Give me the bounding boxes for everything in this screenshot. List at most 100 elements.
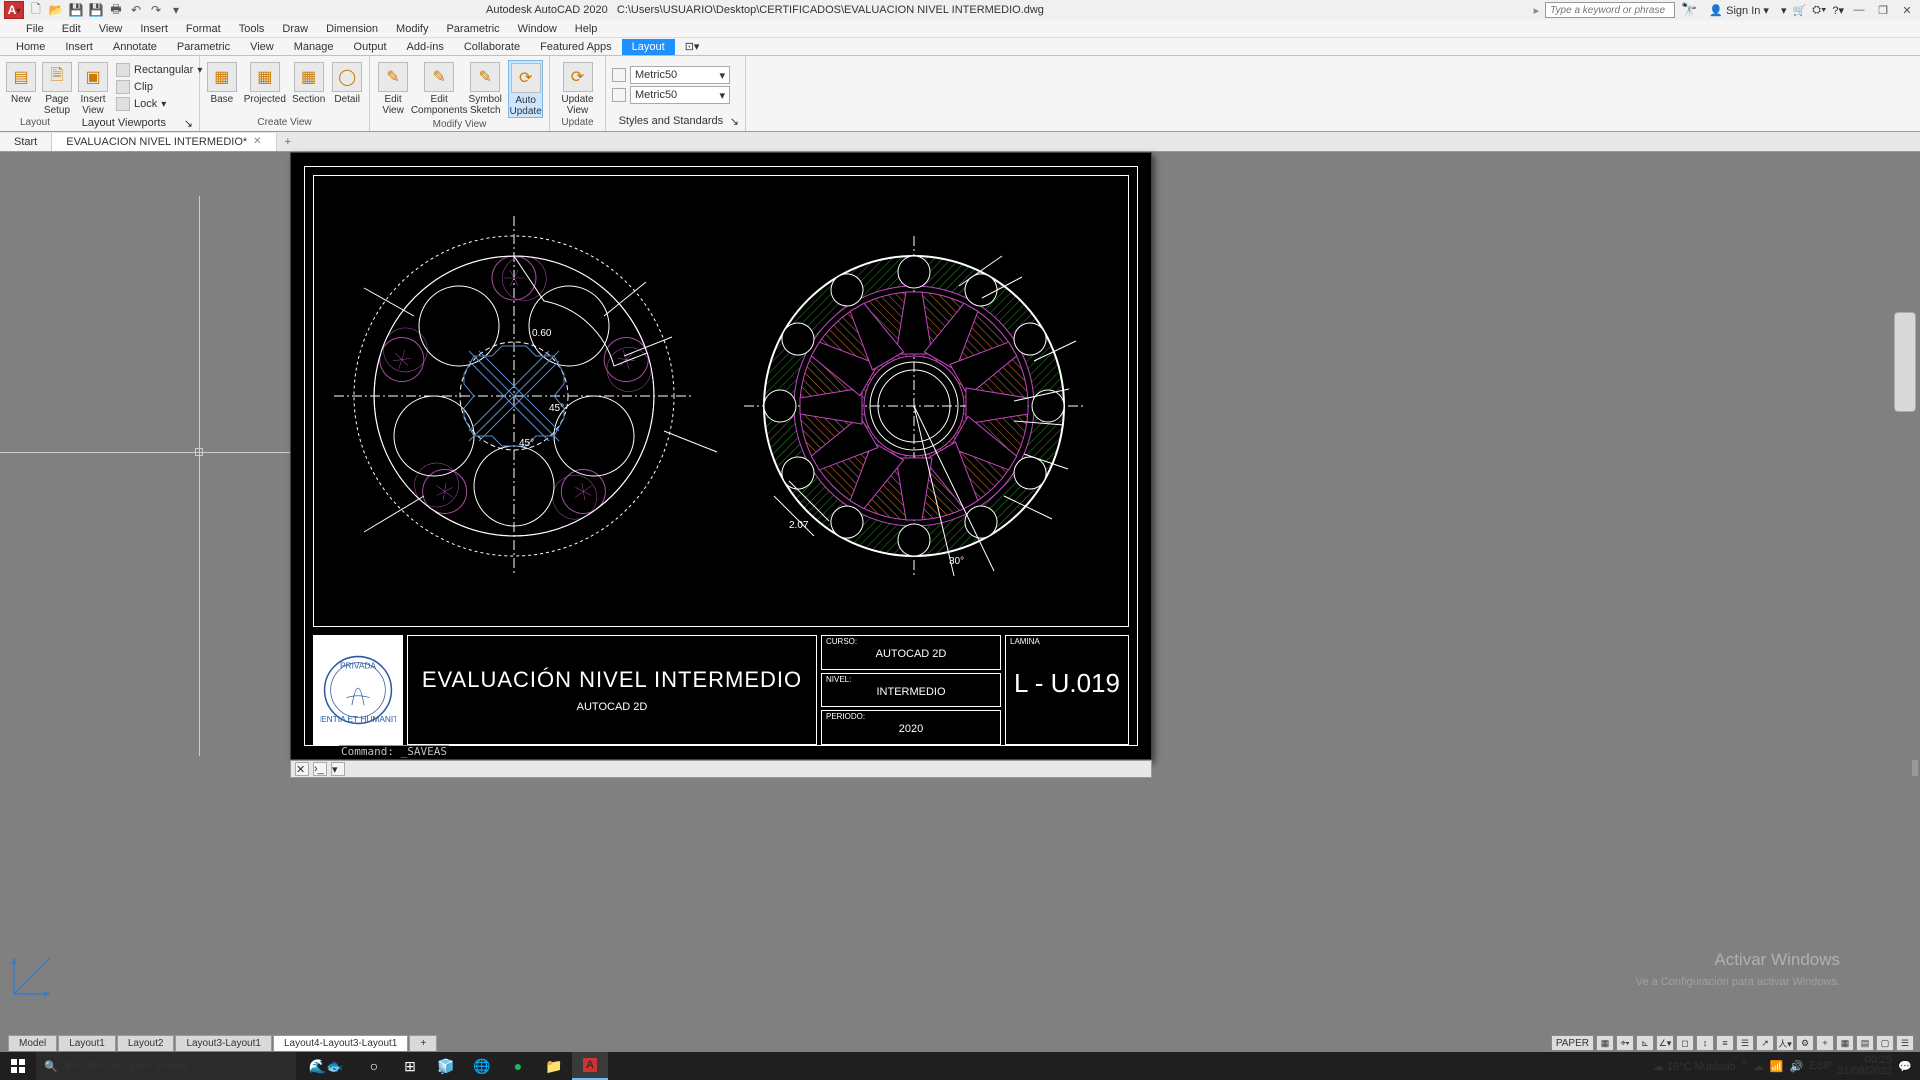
cart-icon[interactable]: 🛒 — [1792, 4, 1806, 17]
add-doc-tab[interactable]: + — [277, 134, 299, 150]
navigation-bar[interactable] — [1894, 312, 1916, 412]
layout-tab-add[interactable]: + — [409, 1035, 437, 1051]
taskbar-explorer[interactable]: 📁 — [536, 1052, 572, 1080]
menu-tools[interactable]: Tools — [239, 23, 265, 35]
menu-window[interactable]: Window — [518, 23, 557, 35]
lock-button[interactable]: Lock ▾ — [114, 96, 204, 112]
doc-tab-start[interactable]: Start — [0, 133, 52, 151]
new-layout-button[interactable]: ▤New — [6, 60, 36, 105]
menu-edit[interactable]: Edit — [62, 23, 81, 35]
symbol-sketch-button[interactable]: ✎SymbolSketch — [468, 60, 502, 116]
layout-tab-4[interactable]: Layout4-Layout3-Layout1 — [273, 1035, 408, 1051]
tab-layout[interactable]: Layout — [622, 39, 675, 55]
taskbar-store[interactable]: 🧊 — [428, 1052, 464, 1080]
tab-insert[interactable]: Insert — [55, 39, 103, 55]
qat-more-icon[interactable]: ▾ — [168, 2, 184, 18]
tray-onedrive-icon[interactable]: ☁ — [1753, 1060, 1764, 1073]
qat-save-icon[interactable]: 💾 — [68, 2, 84, 18]
status-plus-icon[interactable]: + — [1816, 1035, 1834, 1051]
layout-tab-model[interactable]: Model — [8, 1035, 57, 1051]
status-ortho-icon[interactable]: ⊾ — [1636, 1035, 1654, 1051]
taskbar-taskview[interactable]: ⊞ — [392, 1052, 428, 1080]
tab-addins[interactable]: Add-ins — [397, 39, 454, 55]
page-setup-button[interactable]: 🗎PageSetup — [42, 60, 72, 116]
scroll-indicator[interactable] — [1912, 760, 1918, 776]
base-button[interactable]: ▦Base — [206, 60, 238, 105]
taskbar-search[interactable]: 🔍Escribe aquí para buscar — [36, 1052, 296, 1080]
close-button[interactable]: ✕ — [1898, 2, 1916, 18]
tab-home[interactable]: Home — [6, 39, 55, 55]
tab-view[interactable]: View — [240, 39, 284, 55]
cmd-history-icon[interactable]: ▾ — [331, 762, 345, 776]
qat-plot-icon[interactable]: 🖶 — [108, 2, 124, 18]
taskbar-spotify[interactable]: ● — [500, 1052, 536, 1080]
style-select-1[interactable]: Metric50▾ — [630, 66, 730, 84]
section-button[interactable]: ▦Section — [292, 60, 325, 105]
layout-tab-1[interactable]: Layout1 — [58, 1035, 116, 1051]
status-snap-icon[interactable]: ⌖▾ — [1616, 1035, 1634, 1051]
tab-annotate[interactable]: Annotate — [103, 39, 167, 55]
status-osnap-icon[interactable]: ◻ — [1676, 1035, 1694, 1051]
detail-button[interactable]: ◯Detail — [331, 60, 363, 105]
sign-in-button[interactable]: 👤 Sign In ▾ — [1703, 4, 1775, 17]
rectangular-button[interactable]: Rectangular ▾ — [114, 62, 204, 78]
cloud-icon[interactable]: ⛭▾ — [1812, 4, 1826, 17]
tray-wifi-icon[interactable]: 📶 — [1770, 1060, 1784, 1073]
menu-view[interactable]: View — [99, 23, 123, 35]
auto-update-button[interactable]: ⟳AutoUpdate — [508, 60, 543, 118]
qat-saveas-icon[interactable]: 💾 — [88, 2, 104, 18]
minimize-button[interactable]: — — [1850, 2, 1868, 18]
menu-format[interactable]: Format — [186, 23, 221, 35]
command-bar[interactable]: ✕ ›_ ▾ — [290, 760, 1152, 778]
tray-clock[interactable]: 00:2531/08/2022 — [1837, 1055, 1892, 1077]
edit-view-button[interactable]: ✎EditView — [376, 60, 410, 116]
qat-redo-icon[interactable]: ↷ — [148, 2, 164, 18]
tray-weather[interactable]: ☁ 16°C Nublado — [1653, 1060, 1736, 1073]
layout-tab-2[interactable]: Layout2 — [117, 1035, 175, 1051]
status-line-icon[interactable]: ☰ — [1736, 1035, 1754, 1051]
tab-parametric[interactable]: Parametric — [167, 39, 240, 55]
status-grid-icon[interactable]: ▦ — [1596, 1035, 1614, 1051]
status-scale-icon[interactable]: ↕ — [1696, 1035, 1714, 1051]
projected-button[interactable]: ▦Projected — [244, 60, 286, 105]
close-doc-icon[interactable]: ✕ — [253, 136, 261, 147]
start-button[interactable] — [0, 1052, 36, 1080]
menu-dimension[interactable]: Dimension — [326, 23, 378, 35]
qat-new-icon[interactable]: 🗋 — [28, 2, 44, 18]
menu-parametric[interactable]: Parametric — [446, 23, 499, 35]
insert-view-button[interactable]: ▣Insert View — [78, 60, 108, 116]
status-clean-icon[interactable]: ▢ — [1876, 1035, 1894, 1051]
exchange-icon[interactable]: ▾ — [1781, 4, 1787, 17]
status-polar-icon[interactable]: ∠▾ — [1656, 1035, 1674, 1051]
clip-button[interactable]: Clip — [114, 79, 204, 95]
style-select-2[interactable]: Metric50▾ — [630, 86, 730, 104]
tab-collaborate[interactable]: Collaborate — [454, 39, 530, 55]
search-input[interactable] — [1545, 2, 1675, 18]
status-annoscale-icon[interactable]: 人▾ — [1776, 1035, 1794, 1051]
paper-space[interactable]: 0.60 45° 45° — [290, 152, 1152, 760]
status-iso-icon[interactable]: ▦ — [1836, 1035, 1854, 1051]
tab-output[interactable]: Output — [344, 39, 397, 55]
status-hw-icon[interactable]: ▤ — [1856, 1035, 1874, 1051]
tab-featured-apps[interactable]: Featured Apps — [530, 39, 622, 55]
menu-insert[interactable]: Insert — [140, 23, 168, 35]
taskbar-chrome[interactable]: 🌐 — [464, 1052, 500, 1080]
tray-volume-icon[interactable]: 🔊 — [1790, 1060, 1804, 1073]
tray-notifications-icon[interactable]: 💬 — [1898, 1060, 1912, 1073]
tab-extra-icon[interactable]: ⊡▾ — [675, 38, 710, 55]
restore-button[interactable]: ❐ — [1874, 2, 1892, 18]
taskbar-meet-now[interactable]: 🌊🐟 — [296, 1052, 356, 1080]
binoculars-icon[interactable]: 🔭 — [1681, 2, 1697, 18]
qat-open-icon[interactable]: 📂 — [48, 2, 64, 18]
app-icon[interactable]: A▾ — [4, 1, 24, 19]
taskbar-cortana[interactable]: ○ — [356, 1052, 392, 1080]
menu-draw[interactable]: Draw — [282, 23, 308, 35]
status-ann-icon[interactable]: ≡ — [1716, 1035, 1734, 1051]
status-gear-icon[interactable]: ⚙ — [1796, 1035, 1814, 1051]
layout-tab-3[interactable]: Layout3-Layout1 — [175, 1035, 272, 1051]
help-icon[interactable]: ?▾ — [1832, 4, 1844, 17]
arrow-icon[interactable]: ▸ — [1534, 4, 1540, 17]
status-trans-icon[interactable]: ↗ — [1756, 1035, 1774, 1051]
tray-lang[interactable]: ESP — [1809, 1060, 1831, 1072]
paper-model-toggle[interactable]: PAPER — [1551, 1035, 1594, 1051]
